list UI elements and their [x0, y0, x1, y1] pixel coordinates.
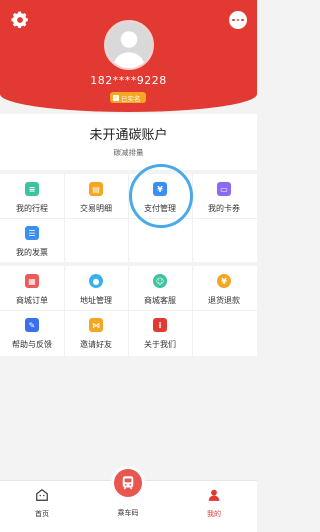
service-label: 地址管理 [80, 296, 112, 305]
phone-number: 182****9228 [90, 74, 167, 87]
tab-ride-label: 乘车码 [117, 509, 139, 517]
tab-home[interactable]: 首页 [12, 487, 72, 519]
returns-refunds[interactable]: ¥ 退货退款 [192, 274, 256, 306]
about-us[interactable]: i 关于我们 [128, 318, 192, 350]
service-label: 我的卡券 [208, 204, 240, 213]
trip-icon: ≡ [25, 182, 39, 196]
tab-home-label: 首页 [35, 510, 49, 518]
refund-icon: ¥ [217, 274, 231, 288]
person-icon [208, 489, 220, 501]
carbon-reduction-label: 碳减排量 [113, 148, 144, 157]
services-section: ≡ 我的行程 ▤ 交易明细 ¥ 支付管理 ▭ 我的卡券 ☰ 我的发票 [0, 174, 257, 262]
invite-friends[interactable]: ⋈ 邀请好友 [64, 318, 128, 350]
avatar[interactable] [104, 20, 154, 70]
service-label: 关于我们 [144, 340, 176, 349]
tab-mine[interactable]: 我的 [184, 487, 244, 519]
highlight-circle [129, 164, 193, 228]
transaction-icon: ▤ [89, 182, 103, 196]
invoice-icon: ☰ [25, 226, 39, 240]
carbon-account-title: 未开通碳账户 [89, 128, 168, 143]
help-feedback[interactable]: ✎ 帮助与反馈 [0, 318, 64, 350]
train-icon [122, 476, 134, 490]
coupon-icon: ▭ [217, 182, 231, 196]
service-label: 商城客服 [144, 296, 176, 305]
profile-header: 182****9228 ✓ 已实名 [0, 0, 257, 112]
service-my-invoices[interactable]: ☰ 我的发票 [0, 226, 64, 258]
invite-icon: ⋈ [89, 318, 103, 332]
service-label: 我的行程 [16, 204, 48, 213]
home-icon [36, 489, 48, 501]
tab-ride-code[interactable]: 乘车码 [98, 505, 158, 518]
help-icon: ✎ [25, 318, 39, 332]
service-label: 商城订单 [16, 296, 48, 305]
address-management[interactable]: ● 地址管理 [64, 274, 128, 306]
service-transactions[interactable]: ▤ 交易明细 [64, 182, 128, 214]
mall-customer-service[interactable]: ☺ 商城客服 [128, 274, 192, 306]
gear-icon[interactable] [10, 10, 30, 30]
mall-orders[interactable]: ▦ 商城订单 [0, 274, 64, 306]
service-icon: ☺ [153, 274, 167, 288]
service-my-trips[interactable]: ≡ 我的行程 [0, 182, 64, 214]
verified-label: 已实名 [121, 94, 141, 103]
verified-icon: ✓ [113, 94, 119, 101]
more-services-section: ▦ 商城订单 ● 地址管理 ☺ 商城客服 ¥ 退货退款 ✎ 帮助与反馈 ⋈ 邀请… [0, 266, 257, 356]
divider [0, 310, 257, 311]
service-label: 帮助与反馈 [12, 340, 52, 349]
service-label: 我的发票 [16, 248, 48, 257]
service-label: 邀请好友 [80, 340, 112, 349]
more-menu-icon[interactable] [229, 11, 247, 29]
carbon-account-card[interactable]: 未开通碳账户 碳减排量 [0, 114, 257, 170]
about-icon: i [153, 318, 167, 332]
verified-badge: ✓ 已实名 [110, 92, 146, 103]
address-icon: ● [89, 274, 103, 288]
service-label: 交易明细 [80, 204, 112, 213]
tab-mine-label: 我的 [207, 510, 221, 518]
service-my-coupons[interactable]: ▭ 我的卡券 [192, 182, 256, 214]
shop-order-icon: ▦ [25, 274, 39, 288]
ride-code-button[interactable] [111, 466, 145, 500]
divider [0, 218, 257, 219]
service-label: 退货退款 [208, 296, 240, 305]
